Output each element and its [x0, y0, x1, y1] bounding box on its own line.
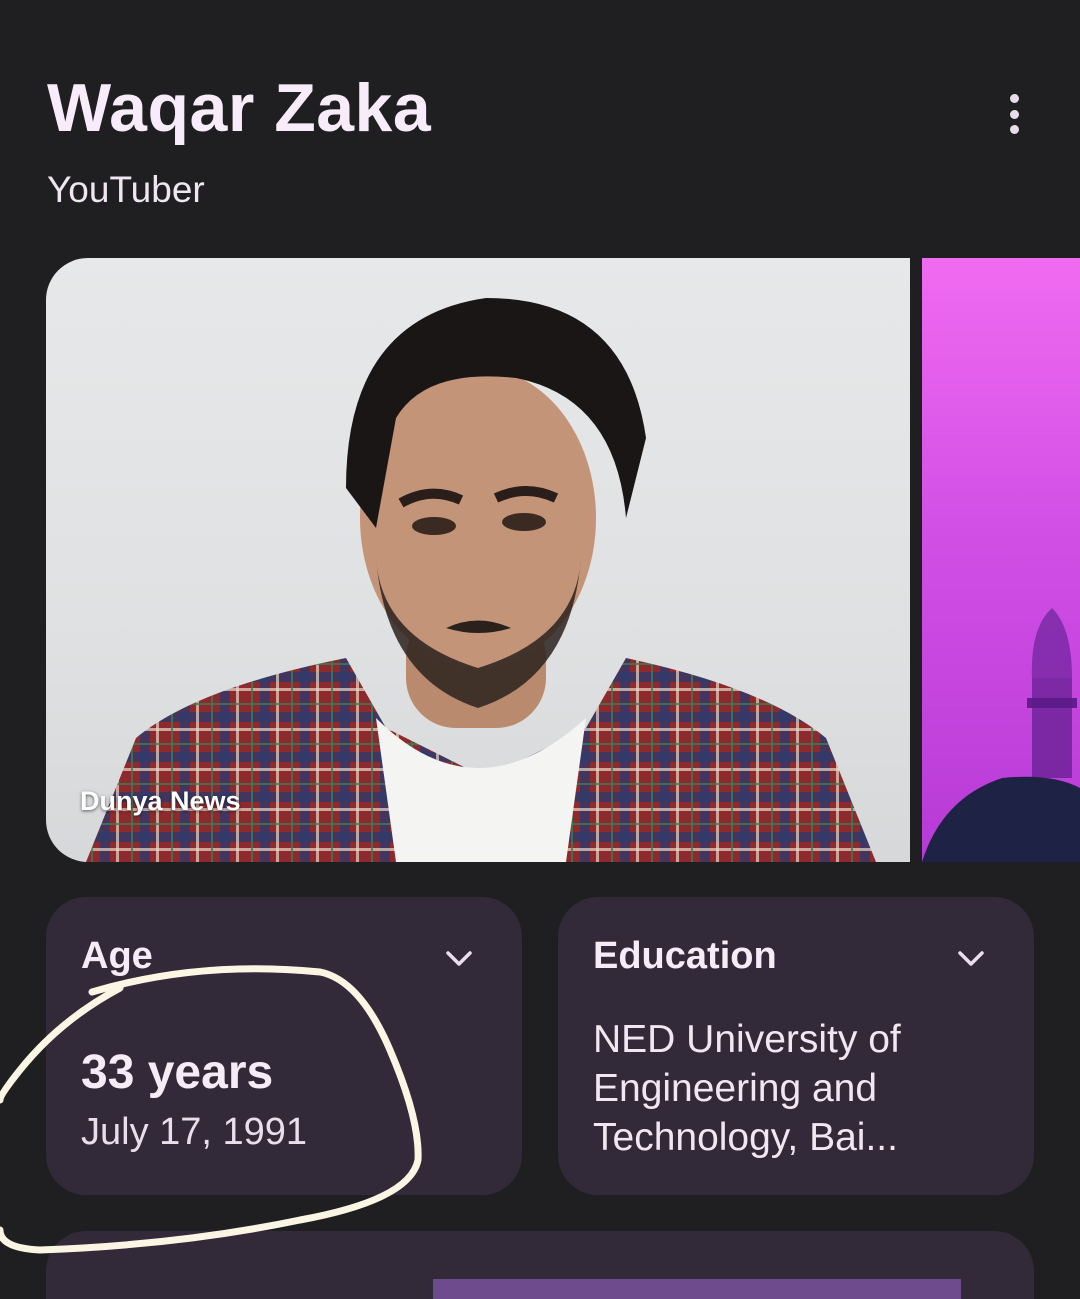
description-card[interactable] — [46, 1231, 1034, 1299]
image-source-caption: Dunya News — [80, 786, 241, 816]
age-value: 33 years — [81, 1046, 274, 1099]
entity-subtitle: YouTuber — [47, 169, 205, 210]
education-card[interactable]: Education NED University of Engineering … — [558, 897, 1034, 1195]
education-value: NED University of Engineering and Techno… — [593, 1018, 901, 1159]
secondary-photo[interactable] — [922, 258, 1080, 862]
age-label: Age — [81, 935, 153, 977]
more-options-button[interactable] — [1000, 94, 1028, 134]
image-carousel[interactable]: Dunya News — [46, 258, 1080, 862]
main-photo[interactable]: Dunya News — [46, 258, 910, 862]
mosque-dome-illustration — [922, 608, 1080, 862]
chevron-down-icon[interactable] — [956, 943, 986, 973]
panel-header: Waqar Zaka YouTuber — [47, 70, 1040, 212]
more-vert-icon — [1009, 94, 1019, 103]
age-card[interactable]: Age 33 years July 17, 1991 — [46, 897, 522, 1195]
chevron-down-icon[interactable] — [444, 943, 474, 973]
knowledge-panel: Waqar Zaka YouTuber Dunya News Age 33 ye… — [0, 0, 1080, 1299]
page-title: Waqar Zaka — [47, 70, 432, 146]
portrait-illustration — [86, 298, 876, 862]
text-highlight — [433, 1279, 961, 1299]
birth-date: July 17, 1991 — [81, 1111, 308, 1153]
education-label: Education — [593, 935, 777, 977]
